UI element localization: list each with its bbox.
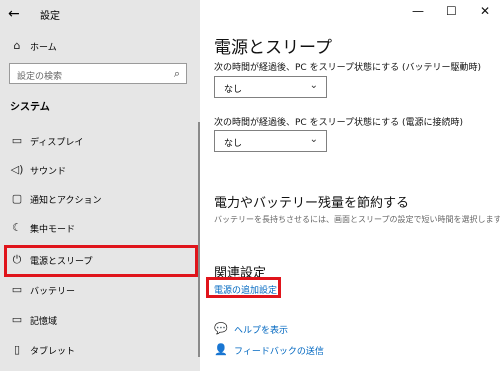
sleep-battery-label: 次の時間が経過後、PC をスリープ状態にする (バッテリー駆動時) xyxy=(214,63,482,73)
notification-icon: ▢ xyxy=(11,192,23,205)
sidebar-item-label: バッテリー xyxy=(30,287,76,297)
sidebar-item-home[interactable]: ⌂ ホーム xyxy=(0,33,200,61)
back-arrow-icon[interactable]: ← xyxy=(8,6,20,22)
sidebar-item-storage[interactable]: ▭ 記憶域 xyxy=(0,307,200,335)
chevron-down-icon: ⌄ xyxy=(309,80,318,91)
feedback-link[interactable]: フィードバックの送信 xyxy=(234,344,324,357)
help-chat-icon: 💬 xyxy=(214,322,228,335)
sidebar-item-label: タブレット xyxy=(30,347,76,357)
main-content: 電源とスリープ 次の時間が経過後、PC をスリープ状態にする (バッテリー駆動時… xyxy=(200,0,500,371)
feedback-person-icon: 👤 xyxy=(214,343,228,356)
storage-icon: ▭ xyxy=(11,313,23,326)
tablet-icon: ▯ xyxy=(13,343,21,356)
chevron-down-icon: ⌄ xyxy=(309,134,318,145)
save-power-heading: 電力やバッテリー残量を節約する xyxy=(214,196,410,211)
sidebar-item-sound[interactable]: ◁) サウンド xyxy=(0,157,200,185)
sidebar-item-label: ディスプレイ xyxy=(30,138,84,148)
dropdown-value: なし xyxy=(224,85,243,95)
sidebar-item-label: サウンド xyxy=(30,167,67,177)
sleep-ac-label: 次の時間が経過後、PC をスリープ状態にする (電源に接続時) xyxy=(214,118,464,128)
page-title: 電源とスリープ xyxy=(214,38,332,58)
home-icon: ⌂ xyxy=(13,39,21,52)
selection-highlight-box xyxy=(4,245,198,277)
sidebar-item-label: 通知とアクション xyxy=(30,196,102,206)
sidebar-item-tablet[interactable]: ▯ タブレット xyxy=(0,337,200,365)
save-power-description: バッテリーを長持ちさせるには、画面とスリープの設定で短い時間を選択します。 xyxy=(214,215,500,224)
search-input[interactable]: 設定の検索 ⌕ xyxy=(9,63,187,84)
focus-moon-icon: ☾ xyxy=(12,221,22,234)
search-icon: ⌕ xyxy=(173,67,180,80)
dropdown-value: なし xyxy=(224,139,243,149)
sleep-battery-dropdown[interactable]: なし ⌄ xyxy=(214,76,327,98)
battery-icon: ▭ xyxy=(11,283,23,296)
section-title: システム xyxy=(10,102,50,113)
sound-icon: ◁) xyxy=(10,163,24,176)
app-title: 設定 xyxy=(40,11,60,22)
sidebar-item-display[interactable]: ▭ ディスプレイ xyxy=(0,128,200,156)
display-icon: ▭ xyxy=(11,134,23,147)
sidebar-item-battery[interactable]: ▭ バッテリー xyxy=(0,277,200,305)
sleep-ac-dropdown[interactable]: なし ⌄ xyxy=(214,130,327,152)
sidebar-item-label: 集中モード xyxy=(30,225,76,235)
sidebar-item-label: ホーム xyxy=(30,43,57,53)
sidebar-item-notifications[interactable]: ▢ 通知とアクション xyxy=(0,186,200,214)
help-link[interactable]: ヘルプを表示 xyxy=(234,323,288,336)
sidebar-item-label: 記憶域 xyxy=(30,317,58,327)
sidebar-item-focus[interactable]: ☾ 集中モード xyxy=(0,215,200,243)
search-placeholder: 設定の検索 xyxy=(17,72,63,82)
link-highlight-box xyxy=(206,277,281,298)
